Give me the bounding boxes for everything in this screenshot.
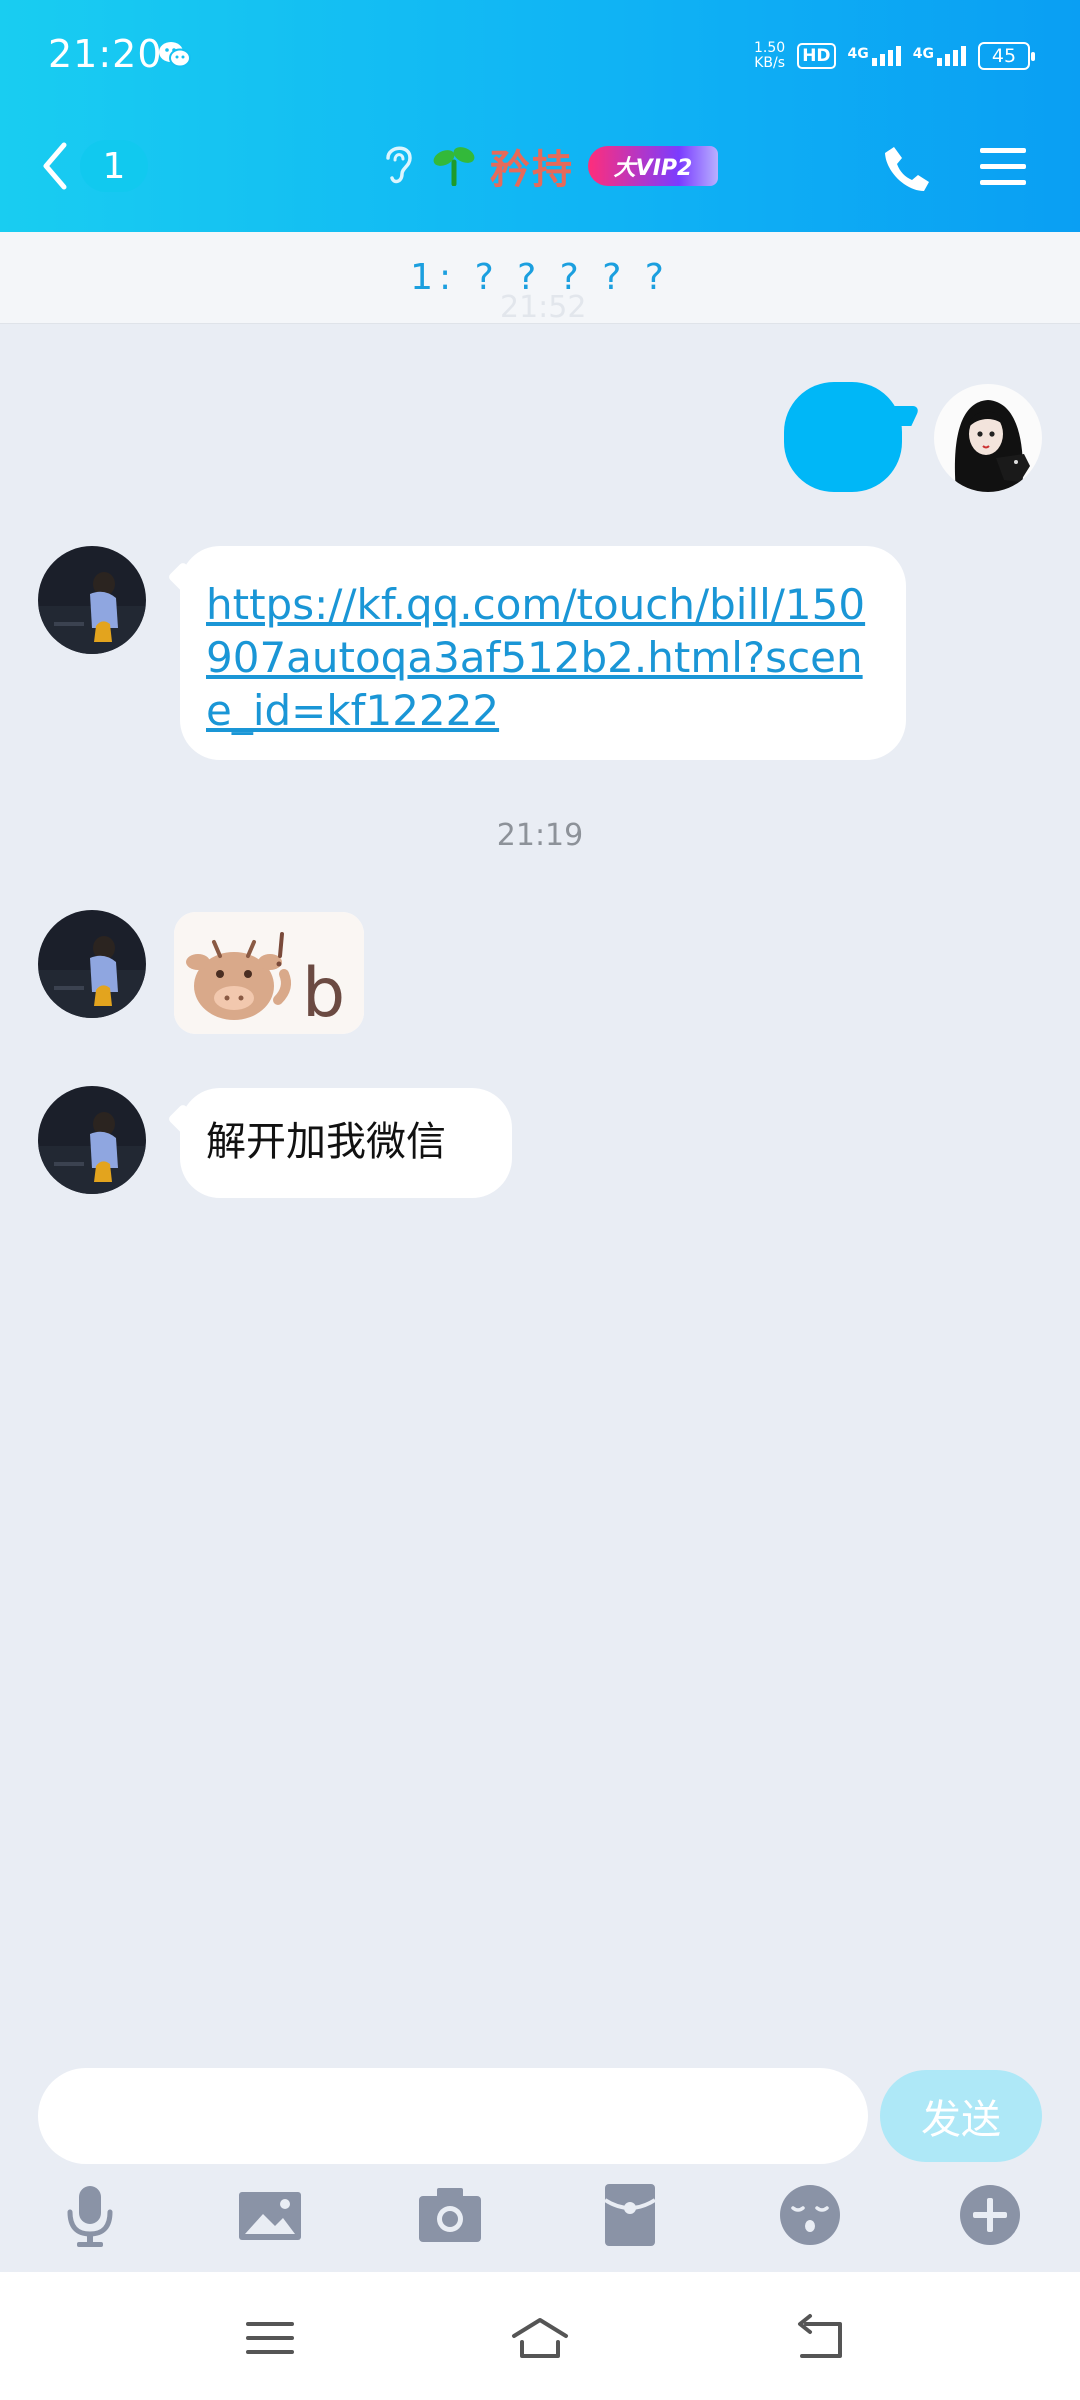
home-icon: [512, 2318, 568, 2358]
input-area: 发送: [0, 2040, 1080, 2272]
cow-sticker[interactable]: b: [174, 912, 364, 1034]
earpiece-mode-icon[interactable]: [380, 140, 418, 192]
group-notice-bar[interactable]: 1: ? ? ? ? ? 21:52: [0, 232, 1080, 325]
menu-lines-icon: [246, 2322, 294, 2354]
battery-icon: 45: [978, 42, 1035, 70]
emoji-icon: [780, 2185, 840, 2245]
phone-call-icon[interactable]: [880, 142, 934, 196]
system-back-button[interactable]: [790, 2312, 850, 2364]
sim1-network-label: 4G: [847, 46, 869, 62]
unread-count-badge: 1: [80, 140, 148, 192]
emoji-button[interactable]: [775, 2180, 845, 2250]
time-separator: 21:19: [496, 818, 584, 853]
status-bar: 21:20 1.50 KB/s HD 4G 4G 45: [0, 0, 1080, 112]
network-speed-value: 1.50: [754, 40, 786, 56]
wechat-notification-icon: [159, 42, 191, 68]
image-icon: [239, 2192, 301, 2240]
nav-bar: 1 矜持 大VIP2: [0, 112, 1080, 232]
home-button[interactable]: [510, 2312, 570, 2364]
contact-avatar[interactable]: [38, 910, 146, 1018]
vip-badge: 大VIP2: [588, 146, 718, 186]
status-time: 21:20: [48, 32, 163, 76]
battery-level: 45: [991, 45, 1017, 67]
more-button[interactable]: [955, 2180, 1025, 2250]
red-packet-icon: [603, 2184, 657, 2246]
message-link[interactable]: https://kf.qq.com/touch/bill/150907autoq…: [206, 580, 865, 735]
sticker-text: b: [302, 954, 345, 1033]
network-speed: 1.50 KB/s: [754, 41, 785, 71]
message-text: 解开加我微信: [206, 1119, 446, 1165]
sprout-icon: [432, 142, 476, 190]
contact-avatar[interactable]: [38, 546, 146, 654]
contact-avatar[interactable]: [38, 1086, 146, 1194]
back-arrow-icon: [798, 2314, 842, 2358]
hd-voice-icon: HD: [797, 43, 836, 69]
microphone-icon: [67, 2186, 113, 2247]
voice-button[interactable]: [55, 2180, 125, 2250]
system-navigation-bar: [0, 2272, 1080, 2400]
send-button[interactable]: 发送: [880, 2070, 1042, 2162]
chevron-left-icon: [43, 142, 67, 190]
plus-icon: [960, 2185, 1020, 2245]
image-button[interactable]: [235, 2180, 305, 2250]
outgoing-message-bubble[interactable]: [784, 382, 902, 492]
recent-apps-button[interactable]: [240, 2312, 300, 2364]
contact-name: 矜持: [490, 147, 574, 193]
self-avatar[interactable]: [934, 384, 1042, 492]
chat-header: 21:20 1.50 KB/s HD 4G 4G 45 1 矜持 大VIP2: [0, 0, 1080, 232]
network-speed-unit: KB/s: [754, 55, 785, 71]
chat-title[interactable]: 矜持 大VIP2: [380, 134, 718, 198]
status-icons: 1.50 KB/s HD 4G 4G 45: [754, 36, 1035, 76]
signal-sim2-icon: 4G: [913, 46, 966, 66]
red-packet-button[interactable]: [595, 2180, 665, 2250]
signal-sim1-icon: 4G: [848, 46, 901, 66]
message-input[interactable]: [38, 2068, 868, 2164]
sim2-network-label: 4G: [912, 46, 934, 62]
notice-ghost-time: 21:52: [500, 290, 587, 325]
back-button[interactable]: 1: [40, 138, 148, 194]
incoming-text-bubble[interactable]: 解开加我微信: [180, 1088, 512, 1198]
incoming-link-bubble[interactable]: https://kf.qq.com/touch/bill/150907autoq…: [180, 546, 906, 760]
camera-icon: [419, 2188, 481, 2242]
menu-icon[interactable]: [978, 142, 1028, 192]
camera-button[interactable]: [415, 2180, 485, 2250]
